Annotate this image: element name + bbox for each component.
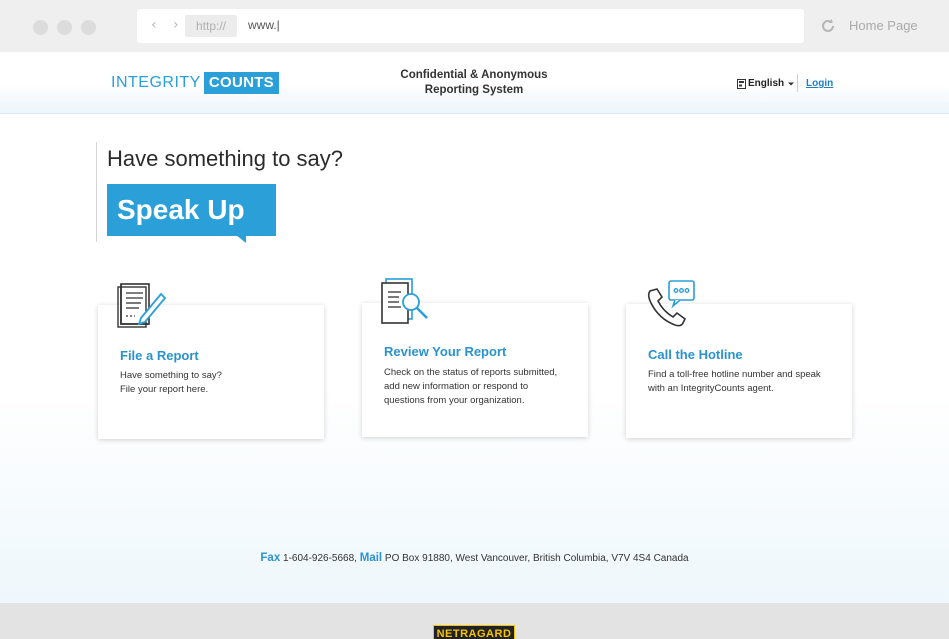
page-content: INTEGRITY COUNTS Confidential & Anonymou…: [0, 52, 949, 603]
browser-chrome: ‹ › http:// www.| Home Page: [0, 0, 949, 52]
card-description: Have something to say? File your report …: [120, 369, 305, 397]
login-link[interactable]: Login: [806, 78, 833, 89]
card-description: Find a toll-free hotline number and spea…: [648, 369, 821, 394]
language-icon: [737, 78, 746, 89]
back-forward-icons[interactable]: ‹ ›: [151, 17, 185, 33]
card-title[interactable]: File a Report: [120, 348, 199, 363]
home-page-button[interactable]: Home Page: [849, 18, 918, 33]
contact-info: Fax 1-604-926-5668, Mail PO Box 91880, W…: [0, 552, 949, 564]
document-magnifier-icon: [381, 278, 428, 324]
window-dot-maximize[interactable]: [81, 20, 96, 35]
hero-question: Have something to say?: [107, 146, 344, 171]
chevron-down-icon: [788, 82, 795, 85]
card-description: Check on the status of reports submitted…: [384, 367, 558, 406]
integritycounts-logo[interactable]: INTEGRITY COUNTS: [111, 72, 279, 94]
tagline-line-2: Reporting System: [424, 84, 524, 96]
mail-label: Mail: [359, 552, 383, 564]
logo-text-counts: COUNTS: [203, 72, 279, 94]
site-footer: NETRAGARD: [0, 603, 949, 639]
mail-address: PO Box 91880, West Vancouver, British Co…: [384, 553, 689, 564]
window-dot-close[interactable]: [33, 20, 48, 35]
speak-up-callout: Speak Up: [107, 184, 276, 236]
hero-accent-line: [96, 142, 97, 242]
header-divider: [797, 74, 798, 92]
card-desc-line-1: Have something to say?: [120, 370, 222, 381]
phone-chat-icon: [647, 280, 695, 327]
language-label: English: [748, 78, 785, 89]
site-tagline: Confidential & Anonymous Reporting Syste…: [374, 68, 574, 98]
url-text[interactable]: www.|: [248, 18, 280, 32]
fax-number: 1-604-926-5668,: [283, 553, 357, 564]
address-bar[interactable]: ‹ › http:// www.|: [137, 9, 804, 43]
language-selector[interactable]: English: [737, 78, 795, 89]
site-header: INTEGRITY COUNTS Confidential & Anonymou…: [0, 52, 949, 114]
tagline-line-1: Confidential & Anonymous: [400, 69, 548, 81]
callout-tail: [236, 235, 246, 243]
document-pencil-icon: [117, 283, 167, 328]
window-dot-minimize[interactable]: [57, 20, 72, 35]
card-title[interactable]: Review Your Report: [384, 344, 506, 359]
card-title[interactable]: Call the Hotline: [648, 347, 743, 362]
fax-label: Fax: [260, 552, 281, 564]
netragard-logo[interactable]: NETRAGARD: [433, 625, 515, 639]
card-desc-line-2: File your report here.: [120, 384, 209, 395]
logo-text-integrity: INTEGRITY: [111, 74, 201, 91]
reload-icon[interactable]: [820, 18, 836, 34]
url-protocol: http://: [185, 15, 237, 37]
